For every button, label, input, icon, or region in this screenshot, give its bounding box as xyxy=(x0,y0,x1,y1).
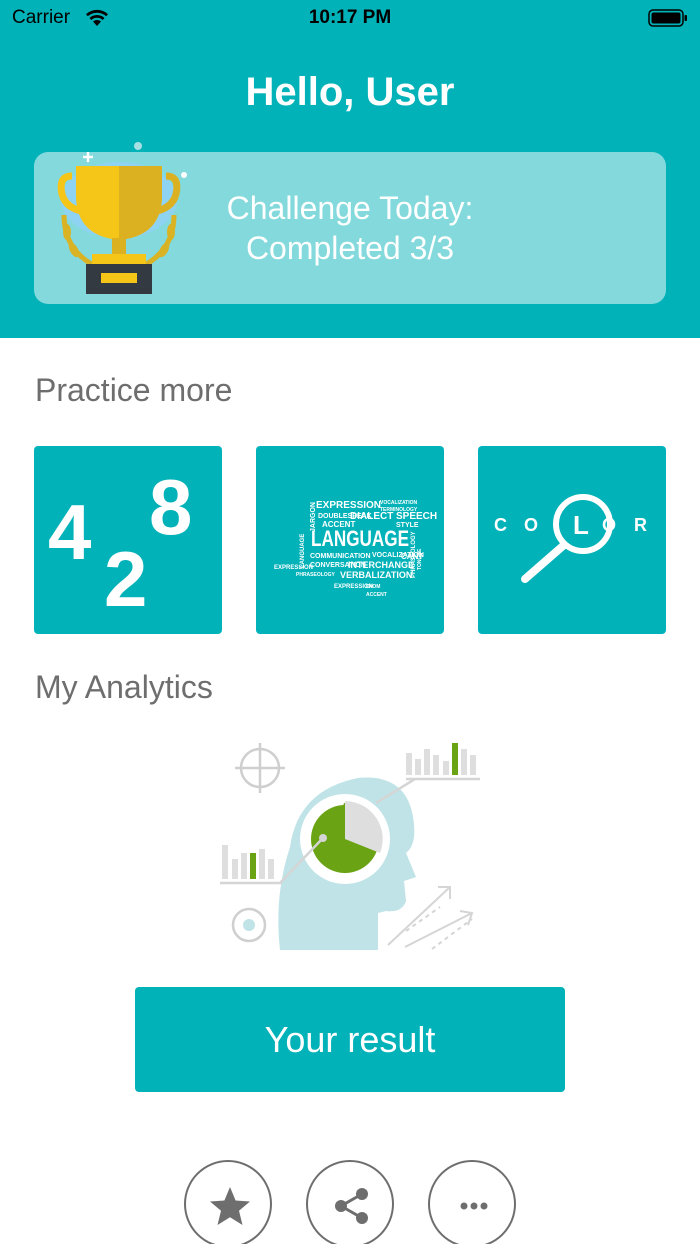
word-verbalization: VERBALIZATION xyxy=(340,570,412,580)
challenge-status: Challenge Today: Completed 3/3 xyxy=(184,188,516,268)
word-phraseology: PHRASEOLOGY xyxy=(296,572,336,578)
challenge-label: Challenge Today: xyxy=(226,190,474,226)
greeting-title: Hello, User xyxy=(245,70,455,114)
header: Carrier 10:17 PM Hello, User Challenge T… xyxy=(0,0,700,338)
more-icon xyxy=(460,1202,488,1210)
word-tongue: TONGUE xyxy=(417,548,423,570)
clock: 10:17 PM xyxy=(308,7,392,28)
letter-c: C xyxy=(494,515,507,535)
practice-tile-language[interactable]: EXPRESSION VOCALIZATION TERMINOLOGY DOUB… xyxy=(256,446,444,634)
favorite-button[interactable] xyxy=(184,1160,272,1244)
letter-r: R xyxy=(634,515,647,535)
word-language-2: LANGUAGE xyxy=(300,534,306,568)
word-communication: COMMUNICATION xyxy=(310,553,371,560)
challenge-progress: Completed 3/3 xyxy=(245,230,455,266)
practice-tile-numbers[interactable]: 4 2 8 xyxy=(34,446,222,634)
word-vocalization: VOCALIZATION xyxy=(380,500,418,506)
challenge-card: Challenge Today: Completed 3/3 xyxy=(34,142,666,304)
more-options-button[interactable] xyxy=(428,1160,516,1244)
word-jargon: JARGON xyxy=(310,502,317,532)
your-result-button[interactable]: Your result xyxy=(135,987,565,1092)
analytics-illustration xyxy=(220,743,480,950)
letter-l: L xyxy=(573,510,589,540)
letter-o: O xyxy=(524,515,538,535)
star-icon xyxy=(210,1187,250,1225)
trophy-icon xyxy=(57,142,187,294)
word-expression: EXPRESSION xyxy=(316,500,381,511)
digit-2: 2 xyxy=(104,535,147,623)
share-icon xyxy=(335,1188,368,1224)
share-button[interactable] xyxy=(306,1160,394,1244)
word-expression-2: EXPRESSION xyxy=(274,565,313,571)
digit-8: 8 xyxy=(149,463,192,551)
battery-icon xyxy=(648,9,687,27)
digit-4: 4 xyxy=(48,488,91,576)
word-interchange: INTERCHANGE xyxy=(348,560,414,570)
numbers-icon: 4 2 8 xyxy=(48,463,192,623)
word-speech: SPEECH xyxy=(396,511,437,522)
analytics-section-title: My Analytics xyxy=(35,669,213,705)
status-bar: Carrier 10:17 PM xyxy=(0,0,700,36)
letter-o-2: O xyxy=(602,515,616,535)
word-idiom: IDIOM xyxy=(366,584,380,590)
word-dialect: DIALECT xyxy=(350,511,393,522)
color-magnifier-icon: C O L O R xyxy=(494,494,647,583)
practice-section-title: Practice more xyxy=(35,372,233,408)
word-language: LANGUAGE xyxy=(311,526,409,551)
practice-tile-color[interactable]: C O L O R xyxy=(478,446,666,634)
word-accent-2: ACCENT xyxy=(366,592,387,598)
word-cloud-icon: EXPRESSION VOCALIZATION TERMINOLOGY DOUB… xyxy=(274,500,437,598)
